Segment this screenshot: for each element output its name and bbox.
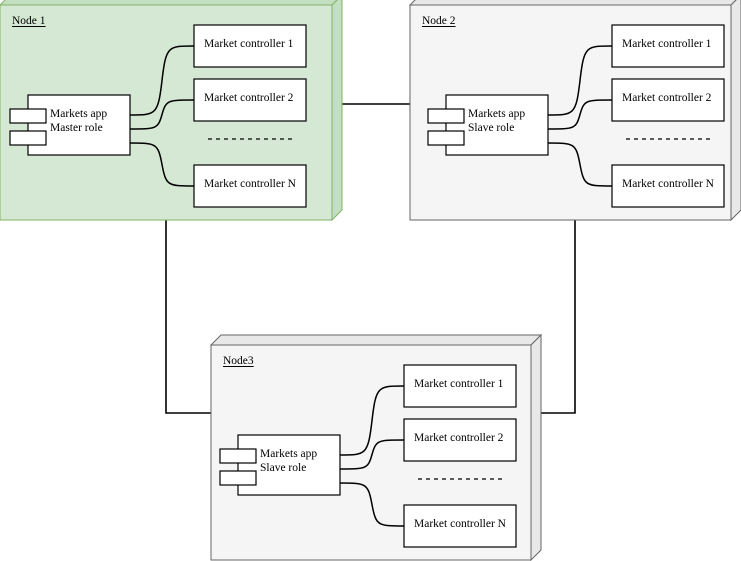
- node-bevel-top: [408, 0, 737, 6]
- diagram-canvas: [0, 0, 741, 561]
- market-controller-label-node2-2: Market controller 2: [622, 92, 712, 104]
- deployment-diagram: Node 1 Market controller 1 Market controll…: [0, 0, 741, 561]
- market-controller-label-node3-1: Market controller 1: [414, 378, 504, 390]
- node-bevel-top: [0, 0, 338, 6]
- component-port-tab-1: [219, 448, 257, 464]
- node-bevel-top: [209, 334, 543, 346]
- component-port-tab-2: [219, 470, 257, 486]
- component-port-tab-1: [9, 108, 47, 124]
- markets-app-name-node3: Markets app: [260, 448, 318, 460]
- markets-app-role-node3: Slave role: [260, 462, 307, 474]
- market-controller-label-node1-3: Market controller N: [204, 178, 296, 190]
- node-title-node3: Node3: [223, 355, 254, 367]
- node-bevel-right: [730, 0, 741, 222]
- component-port-tab-1: [427, 108, 465, 124]
- market-controller-label-node2-3: Market controller N: [622, 178, 714, 190]
- market-controller-label-node1-1: Market controller 1: [204, 38, 294, 50]
- markets-app-name-node1: Markets app: [50, 108, 108, 120]
- node-title-node2: Node 2: [422, 15, 456, 27]
- node-title-node1: Node 1: [12, 15, 46, 27]
- markets-app-role-node2: Slave role: [468, 122, 515, 134]
- market-controller-label-node1-2: Market controller 2: [204, 92, 294, 104]
- component-port-tab-2: [427, 130, 465, 146]
- node-bevel-right: [331, 0, 343, 222]
- component-port-tab-2: [9, 130, 47, 146]
- link-node1-node3: [165, 220, 211, 414]
- node-bevel-right: [530, 333, 542, 561]
- market-controller-label-node3-2: Market controller 2: [414, 432, 504, 444]
- market-controller-label-node2-1: Market controller 1: [622, 38, 712, 50]
- market-controller-label-node3-3: Market controller N: [414, 518, 506, 530]
- markets-app-role-node1: Master role: [50, 122, 103, 134]
- markets-app-name-node2: Markets app: [468, 108, 526, 120]
